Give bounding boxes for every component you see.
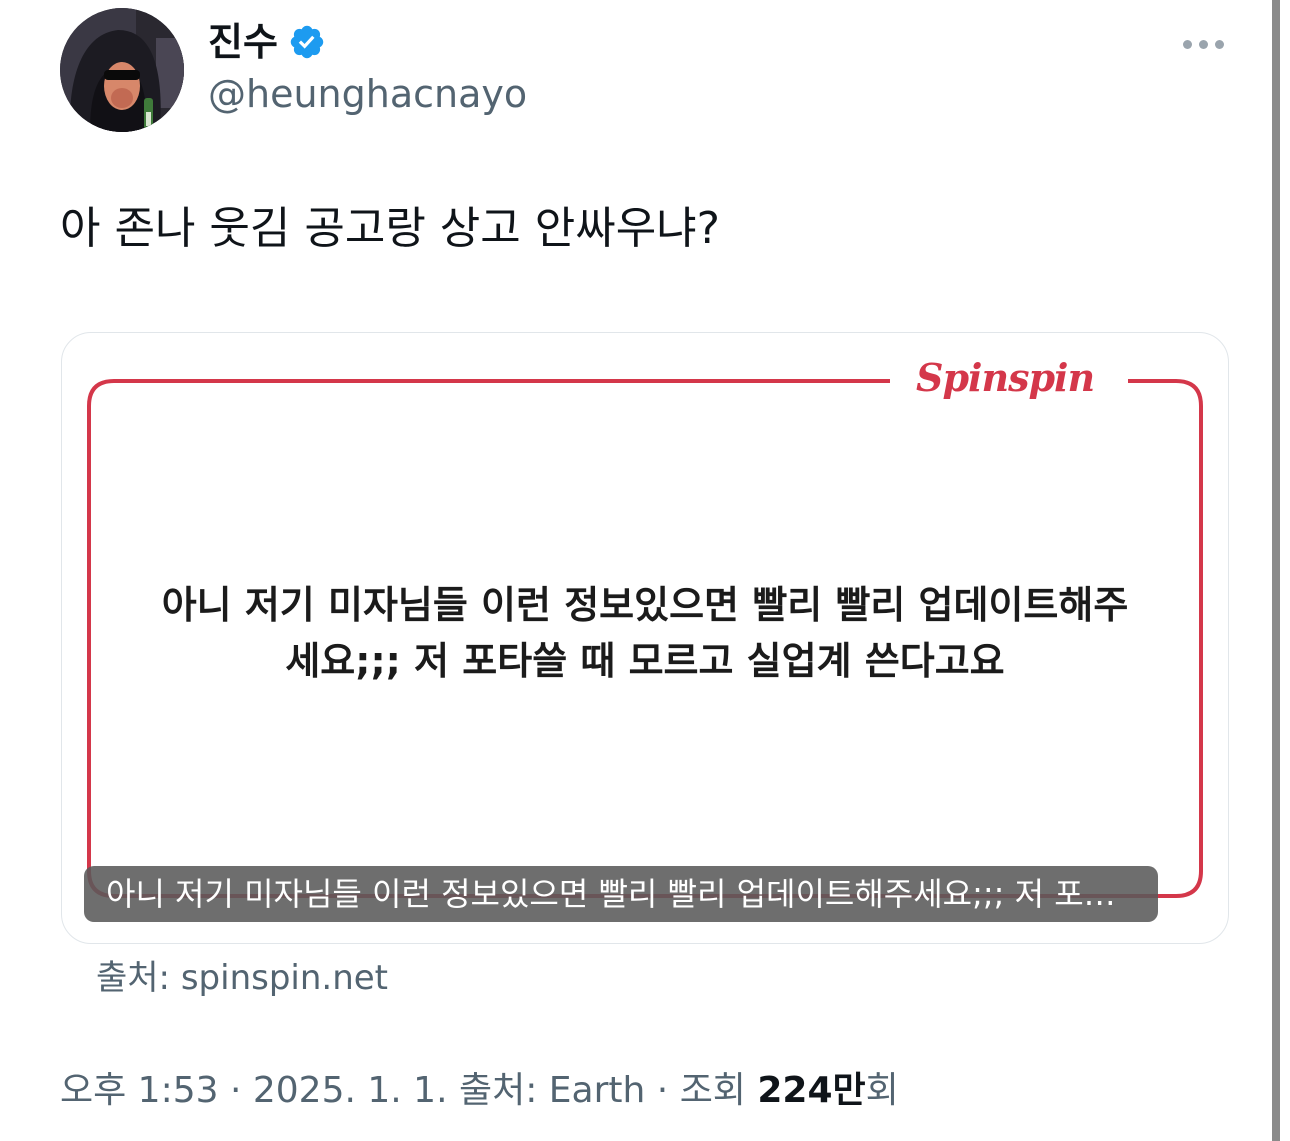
tweet-text: 아 존나 웃김 공고랑 상고 안싸우냐? <box>60 203 721 254</box>
tweet-client: Earth <box>548 1070 646 1111</box>
author-handle[interactable]: @heunghacnayo <box>208 72 527 118</box>
views-suffix: 회 <box>865 1070 899 1111</box>
meta-separator: · <box>645 1070 680 1111</box>
more-horizontal-icon <box>1182 39 1192 49</box>
image-source: 출처: spinspin.net <box>96 956 388 1000</box>
views-count[interactable]: 224만 <box>757 1070 865 1111</box>
spinspin-logo: Spinspin <box>916 355 1095 400</box>
more-horizontal-icon <box>1198 39 1208 49</box>
source-prefix: 출처: <box>96 958 181 998</box>
client-prefix: 출처: <box>447 1070 549 1111</box>
image-alt-caption[interactable]: 아니 저기 미자님들 이런 정보있으면 빨리 빨리 업데이트해주세요;;; 저 … <box>84 866 1158 922</box>
author-name-row[interactable]: 진수 <box>208 14 326 70</box>
tweet-meta: 오후 1:53 · 2025. 1. 1. 출처: Earth · 조회 224… <box>60 1068 899 1115</box>
hooded-figure-avatar-icon <box>60 8 184 132</box>
views-label: 조회 <box>679 1070 758 1111</box>
verified-badge-icon[interactable] <box>288 23 326 61</box>
source-link[interactable]: spinspin.net <box>181 958 388 998</box>
card-body-text: 아니 저기 미자님들 이런 정보있으면 빨리 빨리 업데이트해주 세요;;; 저… <box>122 577 1168 689</box>
scrollbar-edge <box>1272 0 1280 1141</box>
more-options-button[interactable] <box>1176 30 1230 58</box>
meta-separator: · <box>218 1070 253 1111</box>
media-image-card[interactable]: Spinspin 아니 저기 미자님들 이런 정보있으면 빨리 빨리 업데이트해… <box>61 332 1229 944</box>
display-name[interactable]: 진수 <box>208 23 278 61</box>
tweet-date[interactable]: 2025. 1. 1. <box>253 1070 448 1111</box>
tweet-time[interactable]: 오후 1:53 <box>60 1070 219 1111</box>
card-body-line: 아니 저기 미자님들 이런 정보있으면 빨리 빨리 업데이트해주 <box>161 583 1129 627</box>
card-body-line: 세요;;; 저 포타쓸 때 모르고 실업계 쓴다고요 <box>285 639 1005 683</box>
avatar[interactable] <box>60 8 184 132</box>
more-horizontal-icon <box>1214 39 1224 49</box>
